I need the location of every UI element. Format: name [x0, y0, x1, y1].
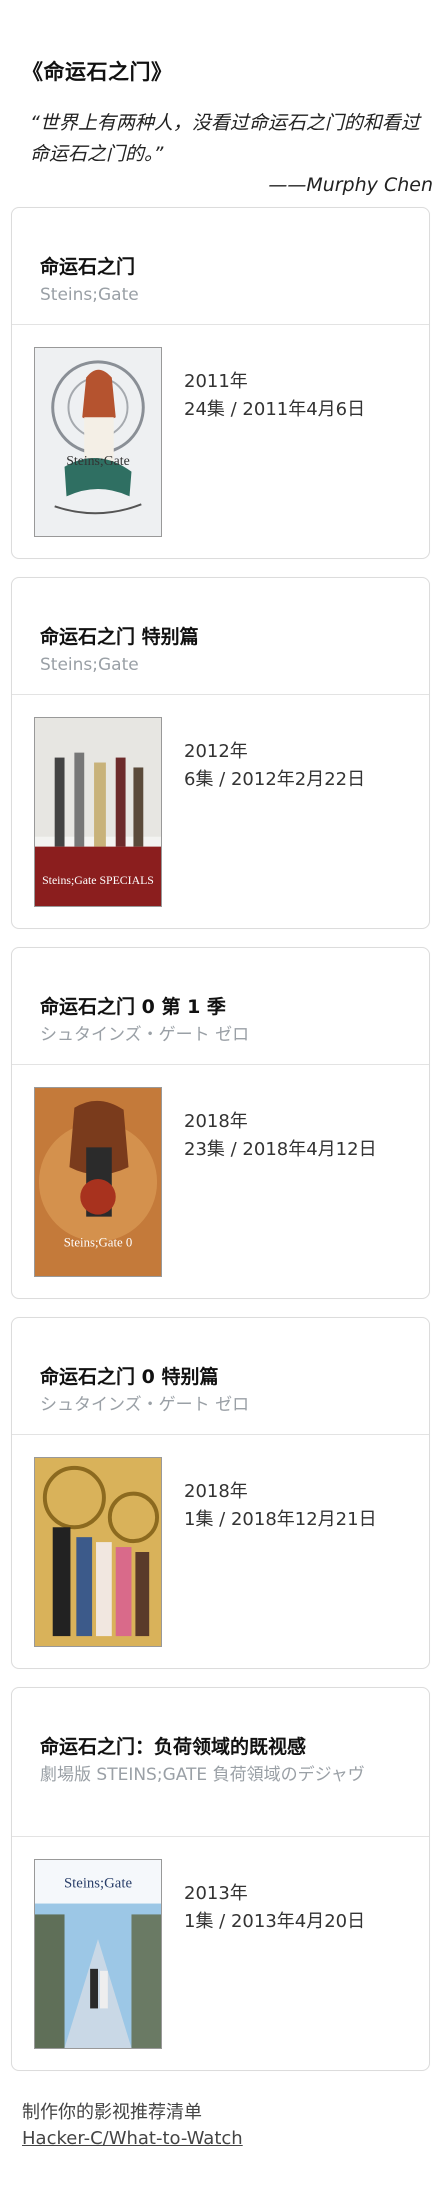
episodes-date: 1集 / 2018年12月21日 — [184, 1509, 377, 1530]
card-title: 命运石之门 0 第 1 季 — [40, 996, 226, 1018]
poster-image[interactable]: Steins;Gate — [34, 1859, 162, 2049]
page: 《命运石之门》 “世界上有两种人，没看过命运石之门的和看过命运石之门的。” ——… — [0, 0, 443, 2190]
card-subtitle: シュタインズ・ゲート ゼロ — [40, 1395, 250, 1415]
card-header: 命运石之门 0 特别篇 シュタインズ・ゲート ゼロ — [12, 1318, 429, 1435]
release-year: 2012年 — [184, 741, 248, 762]
poster-image[interactable]: Steins;Gate 0 — [34, 1087, 162, 1277]
card-body: 2018年 1集 / 2018年12月21日 — [12, 1435, 429, 1665]
card-header: 命运石之门 Steins;Gate — [12, 208, 429, 325]
episodes-date: 23集 / 2018年4月12日 — [184, 1139, 377, 1160]
card-title: 命运石之门 — [40, 256, 136, 278]
episodes-date: 24集 / 2011年4月6日 — [184, 399, 366, 420]
poster-label: Steins;Gate — [64, 1876, 132, 1892]
card-body: Steins;Gate 2011年 24集 / 2011年4月6日 — [12, 325, 429, 555]
card-subtitle: Steins;Gate — [40, 655, 139, 675]
anime-card[interactable]: 命运石之门 Steins;Gate Steins;Gate 2011年 24集 … — [11, 207, 430, 559]
card-body: Steins;Gate SPECIALS 2012年 6集 / 2012年2月2… — [12, 695, 429, 925]
release-year: 2011年 — [184, 371, 248, 392]
card-header: 命运石之门 0 第 1 季 シュタインズ・ゲート ゼロ — [12, 948, 429, 1065]
anime-card[interactable]: 命运石之门 0 第 1 季 シュタインズ・ゲート ゼロ Steins;Gate … — [11, 947, 430, 1299]
anime-card[interactable]: 命运石之门：负荷领域的既视感 劇場版 STEINS;GATE 負荷領域のデジャヴ… — [11, 1687, 430, 2071]
page-title: 《命运石之门》 — [22, 60, 173, 84]
release-year: 2013年 — [184, 1883, 248, 1904]
card-body: Steins;Gate 2013年 1集 / 2013年4月20日 — [12, 1837, 429, 2067]
card-title: 命运石之门 特别篇 — [40, 626, 199, 648]
quote-author: ——Murphy Chen — [268, 174, 433, 196]
episodes-date: 1集 / 2013年4月20日 — [184, 1911, 366, 1932]
anime-card[interactable]: 命运石之门 0 特别篇 シュタインズ・ゲート ゼロ 2018年 1集 / 201… — [11, 1317, 430, 1669]
card-title: 命运石之门 0 特别篇 — [40, 1366, 219, 1388]
release-year: 2018年 — [184, 1111, 248, 1132]
anime-card[interactable]: 命运石之门 特别篇 Steins;Gate Steins;Gate SPECIA… — [11, 577, 430, 929]
card-subtitle: Steins;Gate — [40, 285, 139, 305]
footer-link[interactable]: Hacker-C/What-to-Watch — [22, 2128, 243, 2149]
card-header: 命运石之门：负荷领域的既视感 劇場版 STEINS;GATE 負荷領域のデジャヴ — [12, 1688, 429, 1837]
poster-image[interactable]: Steins;Gate — [34, 347, 162, 537]
poster-label: Steins;Gate — [66, 453, 129, 468]
footer-text: 制作你的影视推荐清单 — [22, 2102, 202, 2123]
poster-image[interactable] — [34, 1457, 162, 1647]
card-subtitle: シュタインズ・ゲート ゼロ — [40, 1025, 250, 1045]
release-year: 2018年 — [184, 1481, 248, 1502]
poster-label: Steins;Gate SPECIALS — [42, 873, 154, 887]
quote: “世界上有两种人，没看过命运石之门的和看过命运石之门的。” — [30, 112, 420, 165]
card-header: 命运石之门 特别篇 Steins;Gate — [12, 578, 429, 695]
poster-label: Steins;Gate 0 — [64, 1235, 133, 1249]
episodes-date: 6集 / 2012年2月22日 — [184, 769, 366, 790]
card-subtitle: 劇場版 STEINS;GATE 負荷領域のデジャヴ — [40, 1765, 365, 1785]
card-title: 命运石之门：负荷领域的既视感 — [40, 1736, 307, 1758]
poster-image[interactable]: Steins;Gate SPECIALS — [34, 717, 162, 907]
card-body: Steins;Gate 0 2018年 23集 / 2018年4月12日 — [12, 1065, 429, 1295]
